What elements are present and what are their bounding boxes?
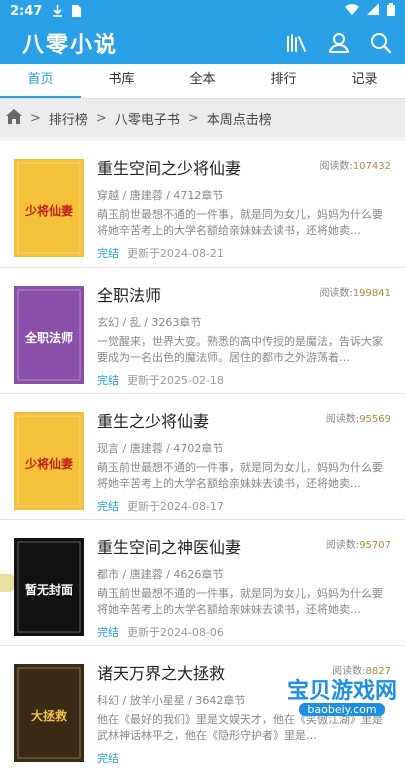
home-icon[interactable] — [6, 108, 22, 128]
book-cover[interactable]: 暂无封面 — [14, 538, 84, 636]
book-chapters: 4702章节 — [173, 442, 224, 455]
read-count-value: 95707 — [359, 540, 391, 551]
book-footer: 完结 更新于2025-02-18 — [97, 372, 391, 388]
sim-card-icon — [71, 5, 82, 17]
read-count: 阅读数:107432 — [319, 157, 391, 172]
cover-title: 少将仙妻 — [24, 203, 73, 218]
side-drawer-handle[interactable] — [0, 574, 14, 592]
book-description: 一觉醒来，世界大变。熟悉的高中传授的是魔法，告诉大家要成为一名出色的魔法师。居住… — [97, 335, 383, 364]
breadcrumb-separator: > — [187, 110, 199, 126]
read-count-value: 199841 — [352, 288, 391, 299]
book-author: 唐建蓉 — [129, 189, 163, 202]
book-description: 萌玉前世最想不通的一件事，就是同为女儿，妈妈为什么要将她辛苦考上的大学名额给亲妹… — [97, 461, 383, 490]
cover-title: 全职法师 — [24, 330, 73, 345]
read-count-label: 阅读数: — [325, 540, 360, 551]
book-meta: 都市 / 唐建蓉 / 4626章节 — [97, 568, 224, 581]
book-status: 完结 — [97, 626, 119, 639]
book-author: 唐建蓉 — [129, 568, 163, 581]
book-meta: 玄幻 / 乱 / 3263章节 — [97, 316, 202, 329]
book-item[interactable]: 暂无封面 重生空间之神医仙妻 阅读数:95707 都市 / 唐建蓉 / 4626章节萌… — [0, 519, 405, 645]
read-count-value: 107432 — [352, 161, 391, 172]
book-info: 重生空间之神医仙妻 阅读数:95707 都市 / 唐建蓉 / 4626章节 萌玉前世最… — [97, 532, 391, 645]
book-item[interactable]: 全职法师 全职法师 阅读数:199841 玄幻 / 乱 / 3263章节 一觉醒来，世界… — [0, 267, 405, 393]
app-header: 八零小说 — [0, 22, 405, 64]
book-category: 都市 — [97, 568, 119, 581]
site-watermark: 宝贝游戏网 baobeiy.com — [287, 673, 397, 716]
cover-title: 少将仙妻 — [24, 456, 73, 471]
book-author: 放羊小星星 — [129, 694, 185, 707]
book-category: 现言 — [97, 442, 119, 455]
read-count: 阅读数:95569 — [326, 410, 391, 425]
breadcrumb-category[interactable]: 八零电子书 — [115, 109, 180, 128]
user-icon[interactable] — [327, 31, 351, 55]
book-updated: 更新于2024-08-21 — [127, 247, 224, 260]
wifi-icon — [345, 3, 359, 19]
book-footer: 完结 — [97, 750, 391, 766]
book-item[interactable]: 少将仙妻 重生之少将仙妻 阅读数:95569 现言 / 唐建蓉 / 4702章节 萌玉前… — [0, 393, 405, 519]
book-info: 重生之少将仙妻 阅读数:95569 现言 / 唐建蓉 / 4702章节 萌玉前世最想不… — [97, 406, 391, 519]
status-time: 2:47 — [10, 3, 43, 19]
book-description: 萌玉前世最想不通的一件事，就是同为女儿，妈妈为什么要将她辛苦考上的大学名额给亲妹… — [97, 208, 383, 237]
read-count-label: 阅读数: — [319, 161, 353, 172]
book-category: 科幻 — [97, 694, 119, 707]
breadcrumb-separator: > — [30, 110, 41, 126]
book-description: 萌玉前世最想不通的一件事，就是同为女儿，妈妈为什么要将她辛苦考上的大学名额给亲妹… — [97, 587, 383, 616]
search-icon[interactable] — [369, 31, 393, 55]
main-tabs: 首页 书库 全本 排行 记录 — [0, 64, 405, 99]
book-category: 穿越 — [97, 189, 119, 202]
book-chapters: 3263章节 — [151, 316, 202, 329]
tab-complete[interactable]: 全本 — [162, 64, 243, 98]
book-chapters: 3642章节 — [195, 694, 246, 707]
tab-home[interactable]: 首页 — [0, 64, 81, 98]
status-bar: 2:47 — [0, 0, 405, 22]
book-meta: 穿越 / 唐建蓉 / 4712章节 — [97, 189, 224, 202]
book-info: 重生空间之少将仙妻 阅读数:107432 穿越 / 唐建蓉 / 4712章节 萌玉前世… — [97, 153, 391, 267]
download-icon — [52, 5, 63, 17]
battery-icon — [387, 2, 395, 20]
read-count-value: 95569 — [359, 414, 391, 425]
book-item[interactable]: 少将仙妻 重生空间之少将仙妻 阅读数:107432 穿越 / 唐建蓉 / 4712章节… — [0, 141, 405, 267]
book-chapters: 4626章节 — [173, 568, 224, 581]
signal-icon — [367, 3, 379, 19]
book-status: 完结 — [97, 752, 119, 765]
book-meta: 现言 / 唐建蓉 / 4702章节 — [97, 442, 224, 455]
breadcrumb-separator: > — [95, 110, 107, 126]
book-cover[interactable]: 大拯救 — [14, 664, 84, 762]
book-category: 玄幻 — [97, 316, 119, 329]
book-updated: 更新于2024-08-17 — [127, 500, 224, 513]
library-icon[interactable] — [285, 31, 309, 55]
read-count: 阅读数:95707 — [326, 536, 391, 551]
book-chapters: 4712章节 — [173, 189, 224, 202]
cover-title: 大拯救 — [31, 708, 67, 723]
breadcrumb-ranking[interactable]: 排行榜 — [49, 109, 88, 128]
book-cover[interactable]: 少将仙妻 — [14, 412, 84, 510]
book-status: 完结 — [97, 374, 119, 387]
book-status: 完结 — [97, 500, 119, 513]
read-count-label: 阅读数: — [319, 288, 353, 299]
tab-history[interactable]: 记录 — [324, 64, 405, 98]
book-info: 全职法师 阅读数:199841 玄幻 / 乱 / 3263章节 一觉醒来，世界大变。熟… — [97, 280, 391, 393]
breadcrumb-current: 本周点击榜 — [206, 112, 272, 128]
book-status: 完结 — [97, 247, 119, 260]
tab-library[interactable]: 书库 — [81, 64, 162, 98]
app-logo[interactable]: 八零小说 — [22, 27, 118, 59]
breadcrumb: > 排行榜 > 八零电子书 > 本周点击榜 — [0, 99, 405, 137]
read-count-label: 阅读数: — [325, 414, 360, 425]
read-count: 阅读数:199841 — [319, 284, 391, 299]
book-cover[interactable]: 少将仙妻 — [14, 159, 84, 257]
book-author: 唐建蓉 — [129, 442, 163, 455]
book-updated: 更新于2024-08-06 — [127, 626, 224, 639]
book-footer: 完结 更新于2024-08-17 — [97, 498, 391, 514]
book-footer: 完结 更新于2024-08-21 — [97, 245, 391, 261]
book-cover[interactable]: 全职法师 — [14, 286, 84, 384]
watermark-url: baobeiy.com — [299, 703, 385, 716]
book-description: 他在《最好的我们》里是文娱天才，他在《笑傲江湖》里是武林神话林平之，他在《隐形守… — [97, 713, 383, 742]
cover-title: 暂无封面 — [25, 582, 73, 597]
book-updated: 更新于2025-02-18 — [127, 374, 224, 387]
tab-ranking[interactable]: 排行 — [243, 64, 324, 98]
book-footer: 完结 更新于2024-08-06 — [97, 624, 391, 640]
watermark-text: 宝贝游戏网 — [286, 679, 397, 704]
book-author: 乱 — [129, 316, 141, 329]
